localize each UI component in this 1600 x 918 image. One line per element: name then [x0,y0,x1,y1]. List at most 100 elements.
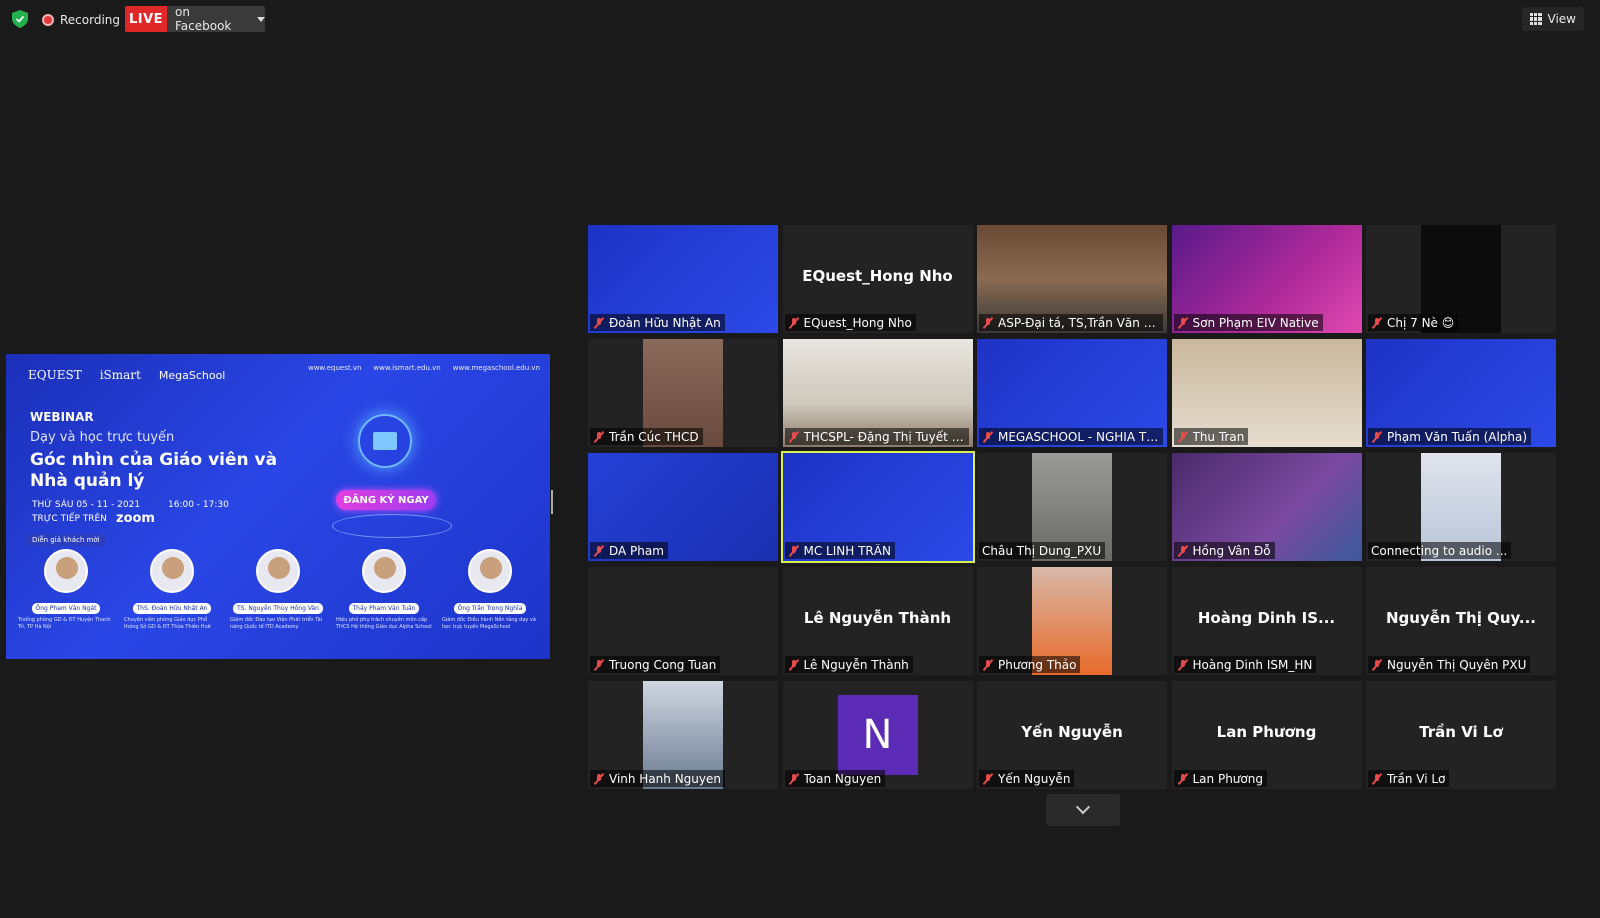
participant-name-label: Hồng Vân Đỗ [1173,542,1275,559]
decorative-ring [332,514,452,538]
webinar-heading: WEBINAR [30,410,94,424]
participant-tile[interactable]: Connecting to audio ... [1366,453,1556,561]
participant-name-label: Lan Phương [1173,770,1267,787]
participant-display-name: Lan Phương [1216,723,1317,741]
participant-name-label: Truong Cong Tuan [590,656,721,673]
participant-name-label: MC LINH TRẦN [784,542,895,559]
participant-tile[interactable]: Sơn Phạm EIV Native [1171,225,1362,333]
mic-muted-icon [1177,545,1189,557]
participant-tile[interactable]: Hoàng Dinh IS... Hoàng Dinh ISM_HN [1171,567,1362,675]
participant-name: MC LINH TRẦN [803,543,891,558]
gallery-next-page-button[interactable] [1046,794,1120,826]
participant-name-label: THCSPL- Đặng Thị Tuyết N... [784,428,969,445]
participant-display-name: Hoàng Dinh IS... [1197,609,1336,627]
participant-name-label: Vinh Hanh Nguyen [590,770,725,787]
participant-tile[interactable]: Đoàn Hữu Nhật An [588,225,778,333]
speaker-photo [256,549,300,593]
participant-tile[interactable]: Chị 7 Nè 😊 [1366,225,1556,333]
partner-logos: EQUEST iSmart MegaSchool [28,368,225,382]
webinar-live-on: TRỰC TIẾP TRÊN [32,514,107,524]
recording-indicator[interactable]: Recording [42,9,120,31]
participant-name: Đoàn Hữu Nhật An [609,315,721,330]
participant-name-label: Châu Thị Dung_PXU [979,542,1106,559]
participant-name: Hoàng Dinh ISM_HN [1192,657,1313,672]
participant-name: Yến Nguyễn [998,771,1071,786]
url-ismart: www.ismart.edu.vn [373,364,441,372]
participant-tile[interactable]: Lan Phương Lan Phương [1171,681,1362,789]
participant-tile[interactable]: Yến Nguyễn Yến Nguyễn [977,681,1167,789]
speaker-name: Ông Phạm Văn Ngát [31,603,101,614]
mic-muted-icon [982,773,994,785]
participant-tile[interactable]: Truong Cong Tuan [588,567,778,675]
split-view-handle[interactable] [551,490,553,514]
participant-name-label: Lê Nguyễn Thành [784,656,913,673]
participant-display-name: Trần Vi Lơ [1419,723,1503,741]
participant-tile[interactable]: Nguyễn Thị Quy... Nguyễn Thị Quyên PXU [1366,567,1556,675]
mic-muted-icon [593,317,605,329]
participant-tile[interactable]: ASP-Đại tá, TS,Trần Văn Th... [977,225,1167,333]
avatar: N [837,695,918,775]
caret-down-icon [257,16,265,22]
participant-name-label: Thu Tran [1173,428,1249,445]
mic-muted-icon [1371,659,1383,671]
participant-tile[interactable]: Vinh Hanh Nguyen [588,681,778,789]
speaker-photo [362,549,406,593]
speaker-card: Thầy Phạm Văn Tuấn Hiệu phó phụ trách ch… [334,549,434,631]
speaker-list: Ông Phạm Văn Ngát Trưởng phòng GD & ĐT H… [16,549,540,631]
participant-tile[interactable]: Trần Vi Lơ Trần Vi Lơ [1366,681,1556,789]
ismart-logo: iSmart [99,368,141,382]
megaschool-logo: MegaSchool [158,368,226,382]
webinar-subheading: Dạy và học trực tuyến [30,430,175,445]
view-button[interactable]: View [1521,7,1584,31]
participant-tile[interactable]: MEGASCHOOL - NGHIA TR... [977,339,1167,447]
participant-tile[interactable]: THCSPL- Đặng Thị Tuyết N... [782,339,973,447]
mic-muted-icon [788,317,800,329]
chevron-down-icon [1075,800,1091,815]
partner-urls: www.equest.vn www.ismart.edu.vn www.mega… [308,364,540,372]
mic-muted-icon [1371,317,1383,329]
participant-name: Nguyễn Thị Quyên PXU [1387,657,1527,672]
participant-tile[interactable]: Thu Tran [1171,339,1362,447]
participant-tile[interactable]: Hồng Vân Đỗ [1171,453,1362,561]
participant-tile[interactable]: Phạm Văn Tuấn (Alpha) [1366,339,1556,447]
participant-tile[interactable]: Phương Thảo [977,567,1167,675]
participant-tile[interactable]: Châu Thị Dung_PXU [977,453,1167,561]
webinar-title: Góc nhìn của Giáo viên và Nhà quản lý [30,450,278,491]
participant-name: Châu Thị Dung_PXU [982,543,1102,558]
participant-name: MEGASCHOOL - NGHIA TR... [998,429,1159,444]
participant-name-label: Nguyễn Thị Quyên PXU [1368,656,1531,673]
participant-name: Connecting to audio ... [1371,543,1508,558]
participant-tile[interactable]: DA Pham [588,453,778,561]
speaker-desc: Chuyên viên phòng Giáo dục Phổ thông Sở … [124,617,211,630]
participant-name-label: EQuest_Hong Nho [784,314,916,331]
participant-name-label: MEGASCHOOL - NGHIA TR... [979,428,1163,445]
participant-name: DA Pham [609,543,664,558]
participant-tile[interactable]: MC LINH TRẦN [780,451,975,563]
participant-name: Thu Tran [1192,429,1245,444]
participant-name: Hồng Vân Đỗ [1192,543,1271,558]
participant-tile[interactable]: Lê Nguyễn Thành Lê Nguyễn Thành [782,567,973,675]
mic-muted-icon [982,659,994,671]
url-megaschool: www.megaschool.edu.vn [452,364,540,372]
participant-display-name: Nguyễn Thị Quy... [1385,609,1537,627]
participant-tile[interactable]: EQuest_Hong Nho EQuest_Hong Nho [782,225,973,333]
mic-muted-icon [982,317,994,329]
participant-name-label: Trần Cúc THCD [590,428,703,445]
speaker-desc: Giám đốc Điều hành Nền tảng dạy và học t… [442,617,536,630]
security-shield-icon[interactable] [12,10,28,28]
participant-name: Sơn Phạm EIV Native [1192,315,1319,330]
live-destination-dropdown[interactable]: on Facebook [167,5,265,33]
participant-tile[interactable]: N Toan Nguyen [782,681,973,789]
participant-name-label: Sơn Phạm EIV Native [1173,314,1323,331]
participant-name: ASP-Đại tá, TS,Trần Văn Th... [998,315,1159,330]
speaker-name: TS. Nguyễn Thùy Hồng Vân [233,603,323,614]
mic-muted-icon [1371,431,1383,443]
participant-name: THCSPL- Đặng Thị Tuyết N... [803,429,965,444]
mic-muted-icon [593,431,605,443]
mic-muted-icon [1371,773,1383,785]
participant-display-name: EQuest_Hong Nho [802,267,953,285]
mic-muted-icon [982,431,994,443]
participant-tile[interactable]: Trần Cúc THCD [588,339,778,447]
participant-name-label: Toan Nguyen [784,770,886,787]
participant-name: Trần Vi Lơ [1387,771,1446,786]
